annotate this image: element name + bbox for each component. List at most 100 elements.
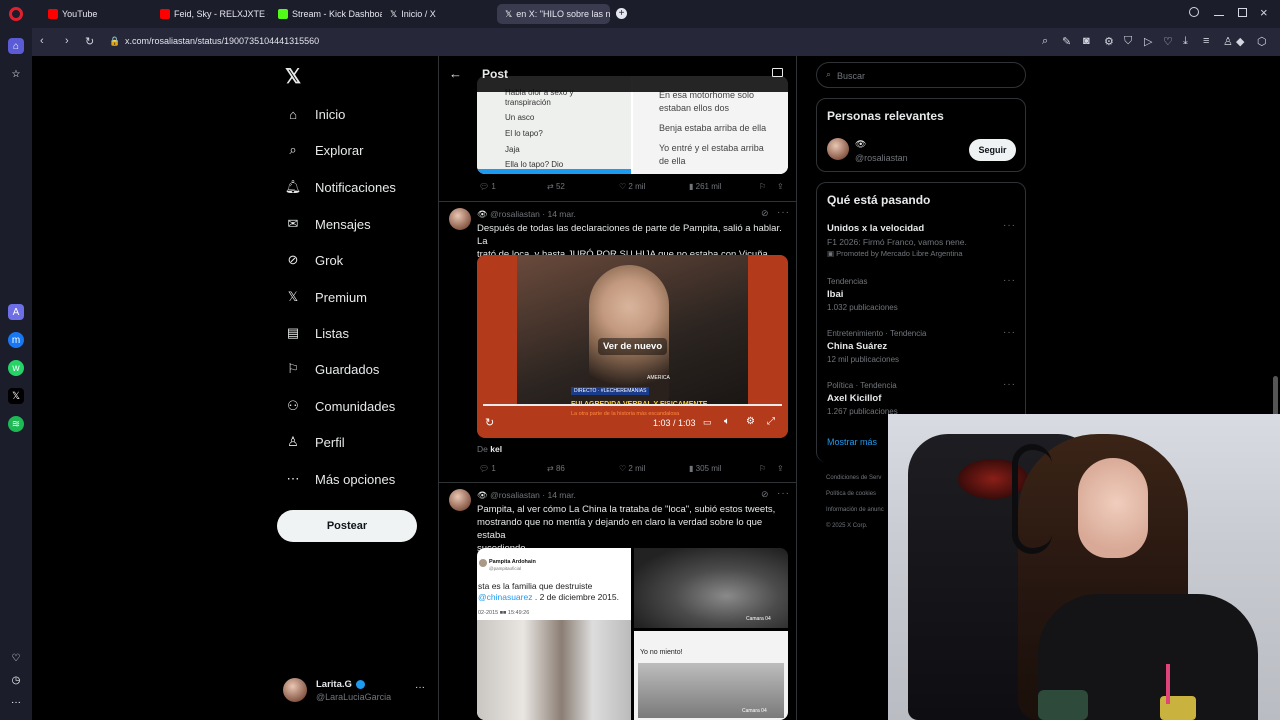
more-icon[interactable]: ··· xyxy=(1003,220,1016,231)
post-button[interactable]: Postear xyxy=(277,510,417,542)
grok-icon[interactable]: ⊘ xyxy=(761,208,769,219)
nav-item-comunidades[interactable]: ⚇ Comunidades xyxy=(285,398,395,414)
cube-icon[interactable]: ⬡ xyxy=(1257,35,1267,48)
more-icon[interactable]: ··· xyxy=(8,694,24,710)
nav-item-perfil[interactable]: ♙ Perfil xyxy=(285,434,344,450)
tab-kick[interactable]: Stream - Kick Dashboard xyxy=(270,4,382,24)
nav-item-explorar[interactable]: ⌕ Explorar xyxy=(285,142,363,158)
reload-icon[interactable]: ↻ xyxy=(85,35,94,48)
video-progress[interactable] xyxy=(483,404,782,406)
camera-icon[interactable]: ◙ xyxy=(1083,35,1090,47)
reply-button[interactable]: 💬︎ 1 xyxy=(479,464,496,473)
reply-button[interactable]: 💬︎ 1 xyxy=(479,182,496,191)
tweet-handle[interactable]: @rosaliastan xyxy=(490,209,540,219)
fullscreen-icon[interactable]: ⤢ xyxy=(767,416,775,427)
video-player[interactable]: Ver de nuevo AMERICA DIRECTO · #LECHEREM… xyxy=(477,255,788,438)
play-icon[interactable]: ▷ xyxy=(1144,35,1152,48)
avatar[interactable] xyxy=(827,138,849,160)
menu-icon[interactable]: ≡ xyxy=(1203,35,1209,47)
captions-icon[interactable]: ▭ xyxy=(703,417,712,428)
messenger-icon[interactable]: m xyxy=(8,332,24,348)
nav-item-premium[interactable]: 𝕏 Premium xyxy=(285,289,367,305)
history-icon[interactable]: ◷ xyxy=(8,672,24,688)
more-icon[interactable]: ··· xyxy=(1003,275,1016,286)
avatar[interactable] xyxy=(449,489,471,511)
nav-item-mensajes[interactable]: ✉ Mensajes xyxy=(285,216,371,232)
settings-icon[interactable]: ⚙ xyxy=(1104,35,1114,48)
repost-button[interactable]: ⇄ 86 xyxy=(547,464,565,473)
maximize-icon[interactable] xyxy=(1238,8,1247,17)
back-arrow-icon[interactable]: ← xyxy=(449,66,462,81)
home-icon[interactable]: ⌂ xyxy=(8,38,24,54)
search-input[interactable]: Buscar xyxy=(837,71,865,81)
volume-icon[interactable]: 🔈︎ xyxy=(724,416,730,427)
minimize-icon[interactable] xyxy=(1214,15,1224,16)
footer-link[interactable]: Política de cookies xyxy=(826,486,884,502)
share-icon[interactable]: ⇪ xyxy=(777,182,784,191)
share-icon[interactable]: ⇪ xyxy=(777,464,784,473)
trend-item[interactable]: Tendencias Ibai 1.032 publicaciones ··· xyxy=(827,275,1017,313)
from-user[interactable]: kel xyxy=(490,444,502,454)
trend-item[interactable]: Entretenimiento · Tendencia China Suárez… xyxy=(827,327,1017,365)
like-button[interactable]: ♡ 2 mil xyxy=(619,182,645,191)
more-icon[interactable]: ··· xyxy=(415,682,425,693)
search-icon[interactable]: ⌕ xyxy=(1042,35,1048,48)
views-button[interactable]: ▮ 305 mil xyxy=(689,464,721,473)
whatsapp-icon[interactable]: w xyxy=(8,360,24,376)
more-icon[interactable]: ··· xyxy=(777,488,790,499)
nav-item-mas-opciones[interactable]: ⋯ Más opciones xyxy=(285,471,396,487)
follow-button[interactable]: Seguir xyxy=(969,139,1016,161)
footer-link[interactable]: Información de anunc xyxy=(826,502,884,518)
tweet-media-grid[interactable]: Pampita Ardohain @pampitaoficial sta es … xyxy=(477,548,788,720)
trend-item[interactable]: Unidos x la velocidad F1 2026: Firmó Fra… xyxy=(827,220,1017,263)
download-icon[interactable]: ⤓ xyxy=(1183,35,1188,48)
edit-icon[interactable]: ✎ xyxy=(1062,35,1071,48)
opera-logo-icon[interactable] xyxy=(9,7,23,21)
bookmark-icon[interactable]: ⚐ xyxy=(759,182,766,191)
footer-link[interactable]: Condiciones de Serv xyxy=(826,470,884,486)
close-icon[interactable]: × xyxy=(1260,5,1268,20)
x-logo-icon[interactable]: 𝕏 xyxy=(285,64,301,89)
repost-button[interactable]: ⇄ 52 xyxy=(547,182,565,191)
more-icon[interactable]: ··· xyxy=(1003,379,1016,390)
bookmark-icon[interactable]: ⚐ xyxy=(759,464,766,473)
tab-youtube[interactable]: YouTube xyxy=(40,4,152,24)
person-handle[interactable]: @rosaliastan xyxy=(855,153,908,163)
new-tab-icon[interactable]: + xyxy=(616,8,627,19)
like-button[interactable]: ♡ 2 mil xyxy=(619,464,645,473)
spotify-icon[interactable]: ≋ xyxy=(8,416,24,432)
grok-icon[interactable]: ⊘ xyxy=(761,489,769,500)
trend-item[interactable]: Política · Tendencia Axel Kicillof 1.267… xyxy=(827,379,1017,417)
replay-icon[interactable]: ↻ xyxy=(485,416,494,429)
nav-item-grok[interactable]: ⊘ Grok xyxy=(285,252,344,268)
account-switcher[interactable]: Larita.G @LaraLuciaGarcia ··· xyxy=(283,676,433,706)
tweet-date[interactable]: · 14 mar. xyxy=(542,209,576,219)
tweet-date[interactable]: · 14 mar. xyxy=(542,490,576,500)
url-field[interactable]: x.com/rosaliastan/status/190073510444131… xyxy=(125,36,319,46)
heart-icon[interactable]: ♡ xyxy=(1163,35,1173,48)
forward-icon[interactable]: › xyxy=(65,35,69,47)
show-more-link[interactable]: Mostrar más xyxy=(827,437,877,447)
diamond-icon[interactable]: ◆ xyxy=(1236,35,1244,48)
tab-feid[interactable]: Feid, Sky - RELXJXTE - You xyxy=(152,4,268,24)
shield-icon[interactable]: ⛉ xyxy=(1124,35,1132,48)
tweet-handle[interactable]: @rosaliastan xyxy=(490,490,540,500)
nav-item-guardados[interactable]: ⚐ Guardados xyxy=(285,361,379,377)
x-logo-icon[interactable]: 𝕏 xyxy=(8,388,24,404)
tab-x-post[interactable]: 𝕏 en X: "HILO sobre las n xyxy=(497,4,610,24)
settings-icon[interactable]: ⚙ xyxy=(746,416,755,427)
search-box[interactable]: ⌕ Buscar xyxy=(816,62,1026,88)
nav-item-listas[interactable]: ▤ Listas xyxy=(285,325,349,341)
aria-icon[interactable]: A xyxy=(8,304,24,320)
views-button[interactable]: ▮ 261 mil xyxy=(689,182,721,191)
replay-overlay[interactable]: Ver de nuevo xyxy=(598,338,668,355)
back-icon[interactable]: ‹ xyxy=(40,35,44,47)
star-icon[interactable]: ☆ xyxy=(8,66,24,82)
profile-icon[interactable]: ♙ xyxy=(1223,35,1233,48)
nav-item-notificaciones[interactable]: 🔔︎ Notificaciones xyxy=(285,179,396,195)
more-icon[interactable]: ··· xyxy=(777,207,790,218)
avatar[interactable] xyxy=(449,208,471,230)
heart-icon[interactable]: ♡ xyxy=(8,650,24,666)
nav-item-inicio[interactable]: ⌂ Inicio xyxy=(285,106,345,122)
reader-icon[interactable] xyxy=(772,68,783,77)
